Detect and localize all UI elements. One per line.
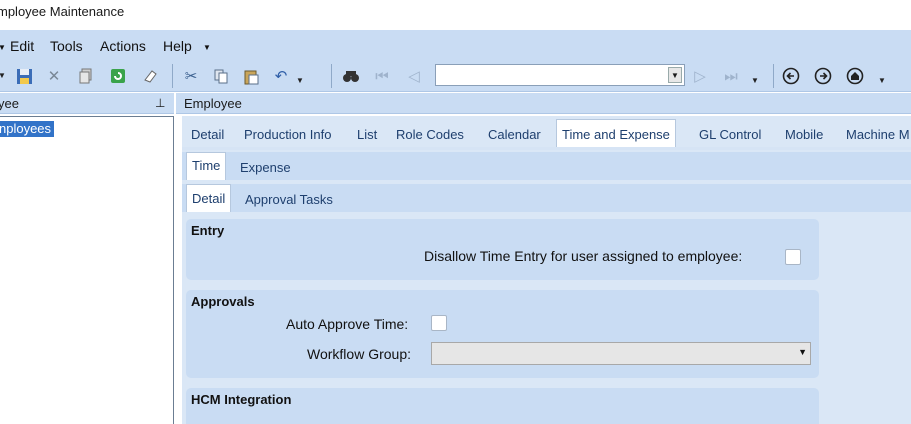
window-titlebar: mployee Maintenance (0, 0, 911, 28)
workflow-group-select[interactable]: ▼ (431, 342, 811, 365)
tab-list[interactable]: List (357, 127, 377, 142)
refresh-icon[interactable] (108, 66, 128, 86)
copy-clipboard-icon[interactable] (211, 66, 231, 86)
menu-overflow-icon[interactable]: ▼ (0, 43, 6, 52)
undo-dropdown-icon[interactable]: ▼ (296, 76, 304, 85)
delete-icon[interactable]: ✕ (44, 66, 64, 86)
next-record-icon[interactable]: ▷ (690, 66, 710, 86)
hcm-integration-section: HCM Integration (186, 388, 819, 424)
home-dropdown-icon[interactable]: ▼ (878, 76, 886, 85)
tab-mobile[interactable]: Mobile (785, 127, 823, 142)
tab-detail-sub[interactable]: Detail (186, 184, 232, 212)
paste-icon[interactable] (241, 66, 261, 86)
detail-tabs: Detail Approval Tasks (182, 184, 911, 212)
tab-gl-control[interactable]: GL Control (699, 127, 761, 142)
hcm-integration-title: HCM Integration (191, 392, 292, 407)
chevron-down-icon[interactable]: ▼ (798, 347, 807, 357)
first-record-icon[interactable]: ⏮ (372, 66, 392, 86)
auto-approve-time-checkbox[interactable] (431, 315, 447, 331)
menu-actions[interactable]: Actions (100, 38, 146, 54)
window-title: mployee Maintenance (0, 4, 125, 19)
entry-section: Entry Disallow Time Entry for user assig… (186, 219, 819, 280)
left-panel-title: yee (0, 96, 19, 111)
tab-time-and-expense[interactable]: Time and Expense (556, 119, 676, 147)
tab-role-codes[interactable]: Role Codes (396, 127, 464, 142)
approvals-section: Approvals Auto Approve Time: Workflow Gr… (186, 290, 819, 378)
menu-bar: ▼ Edit Tools Actions Help ▼ (0, 30, 911, 60)
workflow-group-label: Workflow Group: (307, 346, 411, 362)
navigation-tree: nployees (0, 116, 174, 424)
tab-production-info[interactable]: Production Info (244, 127, 331, 142)
toolbar-separator (172, 64, 173, 88)
save-icon[interactable] (14, 66, 34, 86)
menu-tools[interactable]: Tools (50, 38, 83, 54)
find-icon[interactable] (341, 66, 361, 86)
right-panel-title: Employee (184, 96, 242, 111)
menu-help[interactable]: Help (163, 38, 192, 54)
sub-tabs: Time Expense (182, 152, 911, 180)
entry-section-title: Entry (191, 223, 225, 238)
pin-icon[interactable]: ⊥ (155, 96, 165, 110)
record-navigation-select[interactable]: ▼ (435, 64, 685, 86)
toolbar-separator (331, 64, 332, 88)
tab-time[interactable]: Time (186, 152, 227, 180)
approvals-section-title: Approvals (191, 294, 255, 309)
forward-icon[interactable] (813, 66, 833, 86)
previous-record-icon[interactable]: ◁ (404, 66, 424, 86)
right-panel-header: Employee (176, 93, 911, 114)
disallow-time-entry-label: Disallow Time Entry for user assigned to… (424, 248, 743, 264)
cut-icon[interactable]: ✂ (181, 66, 201, 86)
menu-chevron-down-icon[interactable]: ▼ (203, 43, 211, 52)
tab-expense[interactable]: Expense (240, 160, 291, 175)
copy-icon[interactable] (76, 66, 96, 86)
back-icon[interactable] (781, 66, 801, 86)
tab-approval-tasks[interactable]: Approval Tasks (245, 192, 333, 207)
home-icon[interactable] (845, 66, 865, 86)
menu-edit[interactable]: Edit (10, 38, 34, 54)
nav-dropdown-icon[interactable]: ▼ (751, 76, 759, 85)
toolbar-overflow-icon[interactable]: ▼ (0, 71, 6, 80)
undo-icon[interactable]: ↶ (271, 66, 291, 86)
tab-machine[interactable]: Machine M (846, 127, 910, 142)
chevron-down-icon[interactable]: ▼ (668, 67, 682, 83)
tree-item-employees[interactable]: nployees (0, 121, 55, 137)
toolbar-separator (773, 64, 774, 88)
tab-calendar[interactable]: Calendar (488, 127, 541, 142)
auto-approve-time-label: Auto Approve Time: (286, 316, 409, 332)
clear-icon[interactable] (140, 66, 160, 86)
main-tabs: Detail Production Info List Role Codes C… (182, 119, 911, 150)
disallow-time-entry-checkbox[interactable] (785, 249, 801, 265)
last-record-icon[interactable]: ⏭ (721, 66, 741, 86)
left-panel-header: yee ⊥ (0, 93, 174, 114)
tab-detail[interactable]: Detail (191, 127, 224, 142)
